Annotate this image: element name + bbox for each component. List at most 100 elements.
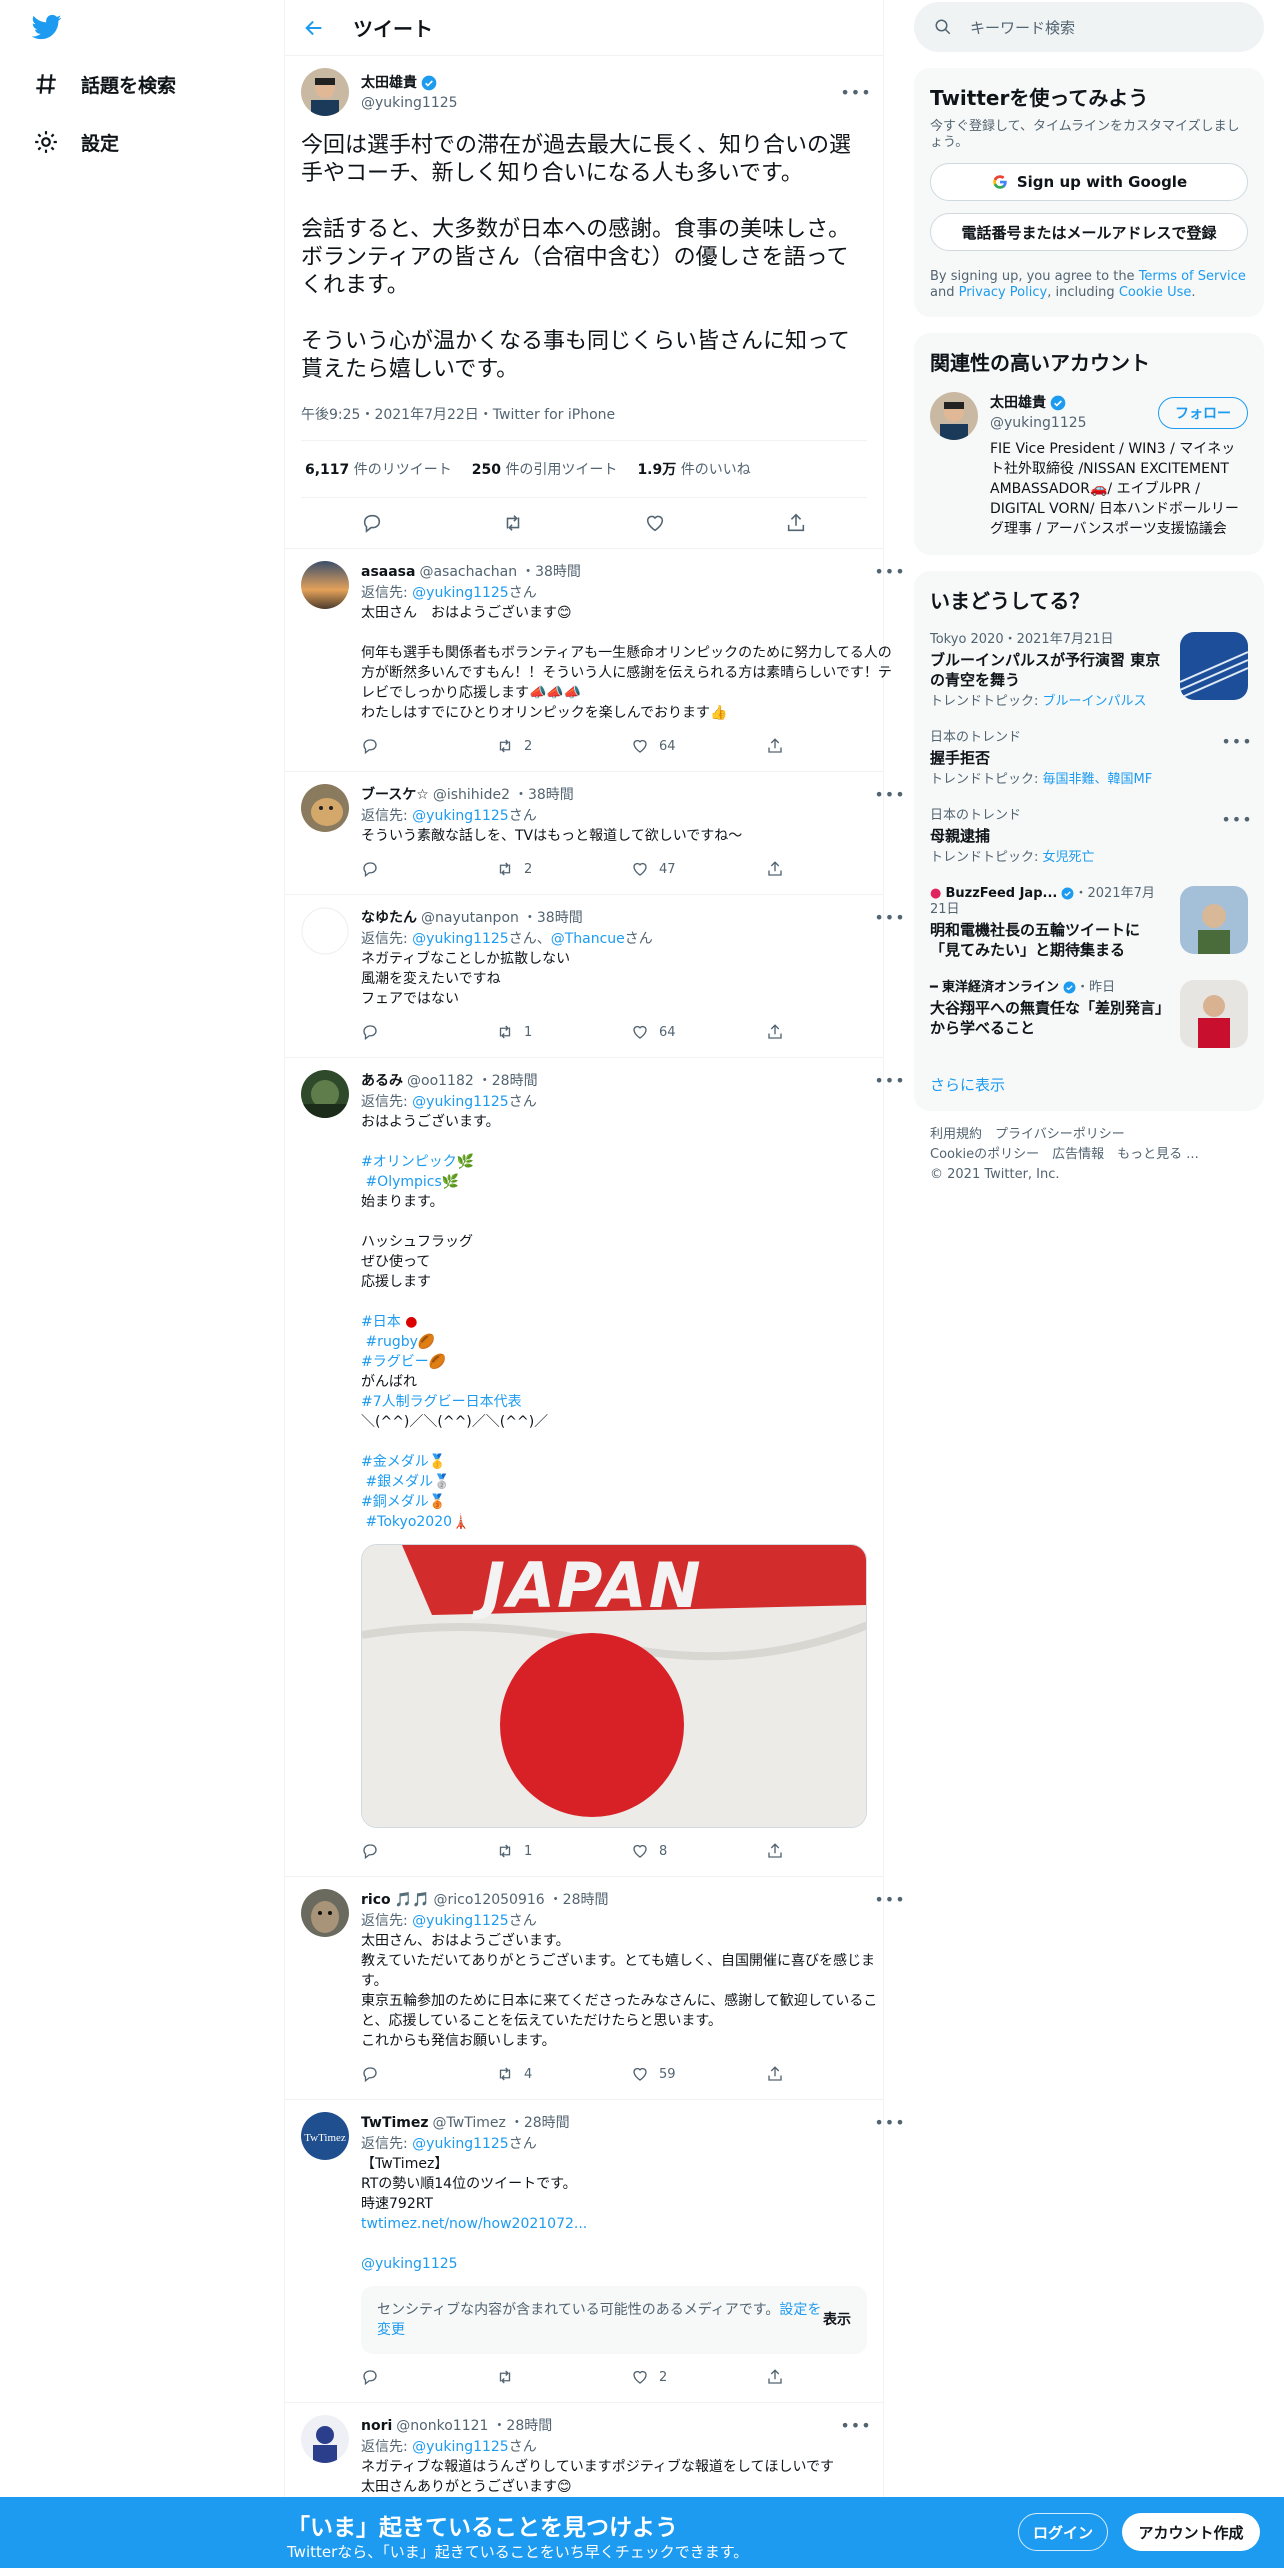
reply-tweet[interactable]: ブースケ☆ @ishihide2 ・38時間 ••• 返信先: @yuking1125… [285,772,905,895]
reply-to-link[interactable]: @yuking1125 [412,808,509,824]
reply-author-handle[interactable]: @nonko1121 [396,2416,488,2436]
footer-link[interactable]: プライバシーポリシー [995,1127,1125,1142]
reply-tweet[interactable]: rico 🎵🎵 @rico12050916 ・28時間 ••• 返信先: @yukin… [285,1877,905,2100]
reply-author-name[interactable]: あるみ [361,1071,403,1091]
signup-button[interactable]: アカウント作成 [1122,2513,1260,2551]
more-icon[interactable]: ••• [874,1889,904,1911]
reply-tweet[interactable]: なゆたん @nayutanpon ・38時間 ••• 返信先: @yuking1125… [285,895,905,1058]
author-name[interactable]: 太田雄貴 [361,73,417,93]
back-arrow-icon[interactable] [303,17,325,39]
avatar[interactable] [301,784,349,832]
related-account[interactable]: 太田雄貴 @yuking1125 フォロー FIE Vice President… [914,384,1264,555]
privacy-link[interactable]: Privacy Policy [959,285,1048,300]
google-signup-button[interactable]: Sign up with Google [930,163,1248,201]
reply-button[interactable] [361,1842,496,1860]
share-button[interactable] [766,860,901,878]
cookie-link[interactable]: Cookie Use [1119,285,1192,300]
reply-author-handle[interactable]: @asachachan [419,562,517,582]
reply-tweet[interactable]: nori @nonko1121 ・28時間 ••• 返信先: @yuking1125さ… [285,2403,883,2507]
retweet-button[interactable]: 4 [496,2065,631,2083]
hashtag-link[interactable]: #オリンピック [361,1154,457,1170]
tos-link[interactable]: Terms of Service [1139,269,1246,284]
reply-time[interactable]: ・38時間 [523,908,583,928]
trend-topic-link[interactable]: 毎国非難、韓国MF [1043,772,1153,787]
share-button[interactable] [766,2065,901,2083]
mention-link[interactable]: @yuking1125 [361,2256,458,2272]
share-button[interactable] [766,2368,901,2386]
reply-author-handle[interactable]: @nayutanpon [421,908,519,928]
footer-link[interactable]: Cookieのポリシー [930,1147,1039,1162]
reply-to-link[interactable]: @yuking1125 [412,585,509,601]
like-button[interactable]: 64 [631,737,766,755]
reply-button[interactable] [361,1023,496,1041]
follow-button[interactable]: フォロー [1158,396,1248,429]
trend-item[interactable]: ● BuzzFeed Jap... ・2021年7月21日 明和電機社長の五輪ツ… [914,876,1264,970]
nav-settings[interactable]: 設定 [33,122,119,162]
avatar[interactable] [301,68,349,116]
search-box[interactable]: キーワード検索 [914,2,1264,52]
reply-icon[interactable] [361,512,383,534]
avatar[interactable] [301,1889,349,1937]
retweet-button[interactable]: 2 [496,737,631,755]
reply-time[interactable]: ・28時間 [549,1890,609,1910]
trend-item[interactable]: 日本のトレンド 握手拒否 トレンドトピック: 毎国非難、韓国MF ••• [914,720,1264,798]
hashtag-link[interactable]: #Tokyo2020 [365,1514,452,1530]
related-handle[interactable]: @yuking1125 [990,413,1158,433]
reply-time[interactable]: ・38時間 [514,785,574,805]
reply-tweet[interactable]: TwTimez TwTimez @TwTimez ・28時間 ••• 返信先: @yu… [285,2100,905,2403]
like-button[interactable]: 47 [631,860,766,878]
reply-author-handle[interactable]: @ishihide2 [433,785,510,805]
quotes-stat[interactable]: 250 件の引用ツイート [472,459,618,479]
footer-link[interactable]: もっと見る ... [1117,1147,1199,1162]
related-name[interactable]: 太田雄貴 [990,393,1046,413]
reply-to-link[interactable]: @yuking1125 [412,1094,509,1110]
retweet-button[interactable]: 1 [496,1842,631,1860]
avatar[interactable] [301,2415,349,2463]
share-button[interactable] [766,737,901,755]
retweets-stat[interactable]: 6,117 件のリツイート [305,459,452,479]
more-icon[interactable]: ••• [874,784,904,806]
more-icon[interactable]: ••• [874,907,904,929]
hashtag-link[interactable]: #日本 [361,1314,401,1330]
avatar[interactable] [930,392,978,440]
reply-button[interactable] [361,2065,496,2083]
reply-author-handle[interactable]: @rico12050916 [434,1890,545,1910]
author-handle[interactable]: @yuking1125 [361,93,845,113]
hashtag-link[interactable]: #7人制ラグビー日本代表 [361,1394,522,1410]
retweet-button[interactable] [496,2368,631,2386]
retweet-button[interactable]: 2 [496,860,631,878]
search-input[interactable]: キーワード検索 [970,17,1075,38]
hashtag-link[interactable]: #Olympics [365,1174,441,1190]
login-button[interactable]: ログイン [1018,2513,1108,2551]
twitter-bird-icon[interactable] [30,12,64,42]
footer-link[interactable]: 広告情報 [1052,1147,1104,1162]
reply-author-name[interactable]: asaasa [361,562,415,582]
reply-button[interactable] [361,2368,496,2386]
footer-link[interactable]: 利用規約 [930,1127,982,1142]
phone-signup-button[interactable]: 電話番号またはメールアドレスで登録 [930,213,1248,251]
reply-author-name[interactable]: TwTimez [361,2113,429,2133]
more-icon[interactable]: ••• [1221,808,1251,830]
avatar[interactable]: TwTimez [301,2112,349,2160]
trend-item[interactable]: 日本のトレンド 母親逮捕 トレンドトピック: 女児死亡 ••• [914,798,1264,876]
tweet-meta[interactable]: 午後9:25・2021年7月22日・Twitter for iPhone [301,404,867,441]
more-icon[interactable]: ••• [840,81,870,103]
trend-topic-link[interactable]: ブルーインパルス [1043,694,1147,709]
hashtag-link[interactable]: #銀メダル [365,1474,433,1490]
reply-time[interactable]: ・28時間 [492,2416,552,2436]
more-icon[interactable]: ••• [840,2415,870,2437]
like-button[interactable]: 59 [631,2065,766,2083]
nav-explore[interactable]: 話題を検索 [33,64,176,104]
like-button[interactable]: 64 [631,1023,766,1041]
reply-author-handle[interactable]: @TwTimez [433,2113,506,2133]
reply-to-link[interactable]: @yuking1125 [412,1913,509,1929]
more-icon[interactable]: ••• [874,1070,904,1092]
hashtag-link[interactable]: #ラグビー [361,1354,429,1370]
reply-tweet[interactable]: あるみ @oo1182 ・28時間 ••• 返信先: @yuking1125さん おは… [285,1058,905,1877]
like-button[interactable]: 2 [631,2368,766,2386]
trend-item[interactable]: Tokyo 2020・2021年7月21日 ブルーインパルスが予行演習 東京の青… [914,622,1264,720]
likes-stat[interactable]: 1.9万 件のいいね [637,459,750,479]
tweet-media-image[interactable]: JAPAN [361,1544,867,1828]
reply-to-link-2[interactable]: @Thancue [551,931,625,947]
reply-author-name[interactable]: nori [361,2416,392,2436]
